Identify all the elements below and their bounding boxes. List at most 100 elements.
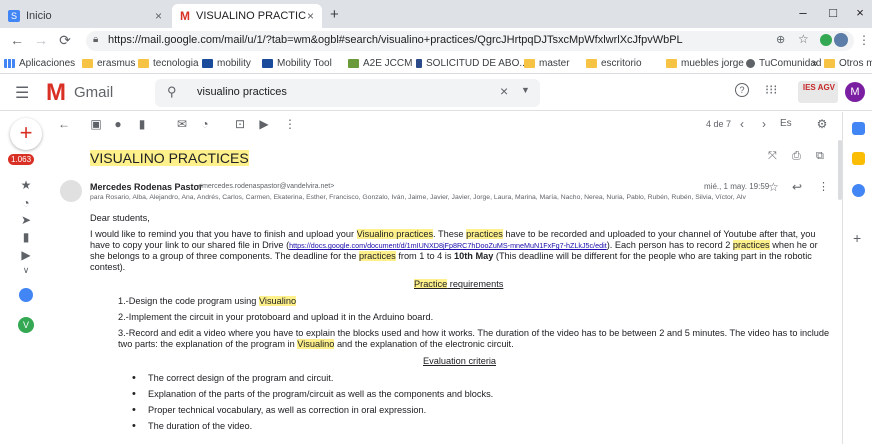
label-icon[interactable]: ▶ <box>18 248 34 262</box>
bookmarks-overflow-button[interactable]: » <box>812 58 818 69</box>
star-icon[interactable]: ☆ <box>798 32 809 46</box>
more-icon[interactable]: ⋮ <box>282 117 298 131</box>
bookmark-muebles[interactable]: muebles jorge <box>666 58 744 69</box>
open-new-window-icon[interactable]: ⧉ <box>816 150 824 163</box>
bookmark-erasmus[interactable]: erasmus <box>82 58 135 69</box>
bookmarks-bar: Aplicaciones erasmus tecnologia mobility… <box>0 54 872 74</box>
hangouts-user-icon[interactable] <box>19 288 33 302</box>
bookmark-apps[interactable]: Aplicaciones <box>4 58 75 69</box>
drive-link[interactable]: https://docs.google.com/document/d/1mIUN… <box>289 241 607 250</box>
back-to-list-icon[interactable]: ← <box>56 117 72 131</box>
reload-icon[interactable]: ⟳ <box>56 32 74 49</box>
help-icon[interactable]: ? <box>735 83 749 97</box>
pagination-text: 4 de 7 <box>706 119 732 129</box>
print-icon[interactable]: ⎙ <box>792 150 801 163</box>
delete-icon[interactable]: ▮ <box>134 117 150 131</box>
gmail-favicon-icon: M <box>180 9 190 23</box>
requirement-3: 3.-Record and edit a video where you hav… <box>118 328 830 349</box>
close-tab-icon[interactable]: × <box>155 9 162 23</box>
menu-icon[interactable]: ⋮ <box>858 33 870 47</box>
url-text: https://mail.google.com/mail/u/1/?tab=wm… <box>108 34 683 46</box>
globe-icon <box>746 59 755 68</box>
browser-tab-strip: S Inicio × M VISUALINO PRACTICES - merce… <box>0 0 872 28</box>
close-window-button[interactable]: × <box>845 5 872 20</box>
keep-icon[interactable] <box>852 152 865 165</box>
bookmark-otros[interactable]: Otros marcadores <box>824 58 872 69</box>
add-addon-icon[interactable]: + <box>853 230 861 246</box>
bookmark-master[interactable]: master <box>524 58 570 69</box>
chevron-down-icon[interactable]: ∨ <box>18 265 34 276</box>
gmail-logo-text: Gmail <box>74 84 114 101</box>
next-page-icon[interactable]: › <box>756 117 772 131</box>
tab-inicio[interactable]: S Inicio × <box>0 4 170 28</box>
star-icon[interactable]: ☆ <box>768 180 779 194</box>
email-date: mié., 1 may. 19:59 <box>704 182 770 191</box>
move-to-icon[interactable]: ⊡ <box>232 117 248 131</box>
sender-name[interactable]: Mercedes Rodenas Pastor <box>90 182 203 192</box>
star-icon[interactable]: ★ <box>18 178 34 192</box>
profile-icon[interactable] <box>834 33 848 47</box>
bookmark-escritorio[interactable]: escritorio <box>586 58 642 69</box>
tab-visualino[interactable]: M VISUALINO PRACTICES - merced × <box>172 4 322 28</box>
sender-avatar <box>60 180 82 202</box>
search-box[interactable]: ⚲ visualino practices × ▼ <box>155 79 540 107</box>
bookmark-tucomunidad[interactable]: TuComunidad.com... <box>746 58 821 69</box>
ies-logo-icon[interactable]: IES AGV <box>798 81 838 103</box>
site-icon <box>348 59 359 68</box>
greeting: Dear students, <box>90 213 150 223</box>
mark-unread-icon[interactable]: ✉ <box>174 117 190 131</box>
prev-page-icon[interactable]: ‹ <box>734 117 750 131</box>
sender-email: <mercedes.rodenaspastor@vandelvira.net> <box>198 183 335 190</box>
folder-icon <box>82 59 93 68</box>
more-options-icon[interactable]: ⋮ <box>818 180 829 193</box>
search-options-icon[interactable]: ▼ <box>521 85 530 95</box>
tab-label: Inicio <box>26 10 52 22</box>
labels-icon[interactable]: ▶ <box>256 117 272 131</box>
bookmark-solicitud[interactable]: SOLICITUD DE ABO... <box>416 58 528 69</box>
criteria-item: The duration of the video. <box>132 420 252 432</box>
tab-label: VISUALINO PRACTICES - merced <box>196 10 306 22</box>
search-input[interactable]: visualino practices <box>197 86 287 98</box>
tasks-icon[interactable] <box>852 184 865 197</box>
email-subject: VISUALINO PRACTICES <box>90 150 249 166</box>
bookmark-a2e[interactable]: A2E JCCM <box>348 58 412 69</box>
sent-icon[interactable]: ➤ <box>18 213 34 227</box>
gmail-logo-icon[interactable]: M <box>46 79 66 107</box>
eu-icon <box>202 59 213 68</box>
requirements-title: Practice requirements <box>414 279 504 289</box>
recipients[interactable]: para Rosario, Alba, Alejandro, Ana, Andr… <box>90 194 790 201</box>
address-bar[interactable]: 🔒︎ https://mail.google.com/mail/u/1/?tab… <box>86 31 854 51</box>
forward-icon[interactable]: → <box>32 32 50 48</box>
zoom-icon[interactable]: ⊕ <box>776 33 785 46</box>
settings-icon[interactable]: ⚙ <box>814 117 830 131</box>
main-menu-icon[interactable]: ☰ <box>15 83 29 103</box>
new-tab-button[interactable]: + <box>330 6 339 23</box>
minimize-button[interactable]: – <box>788 5 818 20</box>
reply-icon[interactable]: ↩ <box>792 180 802 194</box>
bookmark-mobility[interactable]: mobility <box>202 58 251 69</box>
drafts-icon[interactable]: ▮ <box>18 230 34 244</box>
calendar-icon[interactable] <box>852 122 865 135</box>
lock-icon: 🔒︎ <box>93 34 99 45</box>
eu-icon <box>262 59 273 68</box>
maximize-button[interactable]: □ <box>818 5 848 20</box>
apps-icon[interactable]: ⁝⁝⁝ <box>765 82 777 98</box>
bookmark-tecnologia[interactable]: tecnologia <box>138 58 199 69</box>
bookmark-mobility-tool[interactable]: Mobility Tool <box>262 58 332 69</box>
report-spam-icon[interactable]: ● <box>110 117 126 131</box>
contact-avatar[interactable]: V <box>18 317 34 333</box>
account-avatar[interactable]: M <box>845 82 865 102</box>
folder-icon <box>586 59 597 68</box>
archive-icon[interactable]: ▣ <box>88 117 104 131</box>
close-tab-icon[interactable]: × <box>307 9 314 23</box>
search-icon[interactable]: ⚲ <box>167 84 177 100</box>
compose-button[interactable]: + <box>10 118 42 150</box>
language-selector[interactable]: Es <box>780 118 792 129</box>
clock-icon[interactable]: ◔ <box>18 196 34 210</box>
print-all-icon[interactable]: ⤧ <box>768 150 777 163</box>
snooze-icon[interactable]: ◔ <box>197 117 213 131</box>
inbox-count-badge[interactable]: 1.063 <box>8 154 35 165</box>
back-icon[interactable]: ← <box>8 32 26 48</box>
clear-search-icon[interactable]: × <box>500 83 508 99</box>
extension-icon[interactable] <box>820 34 832 46</box>
